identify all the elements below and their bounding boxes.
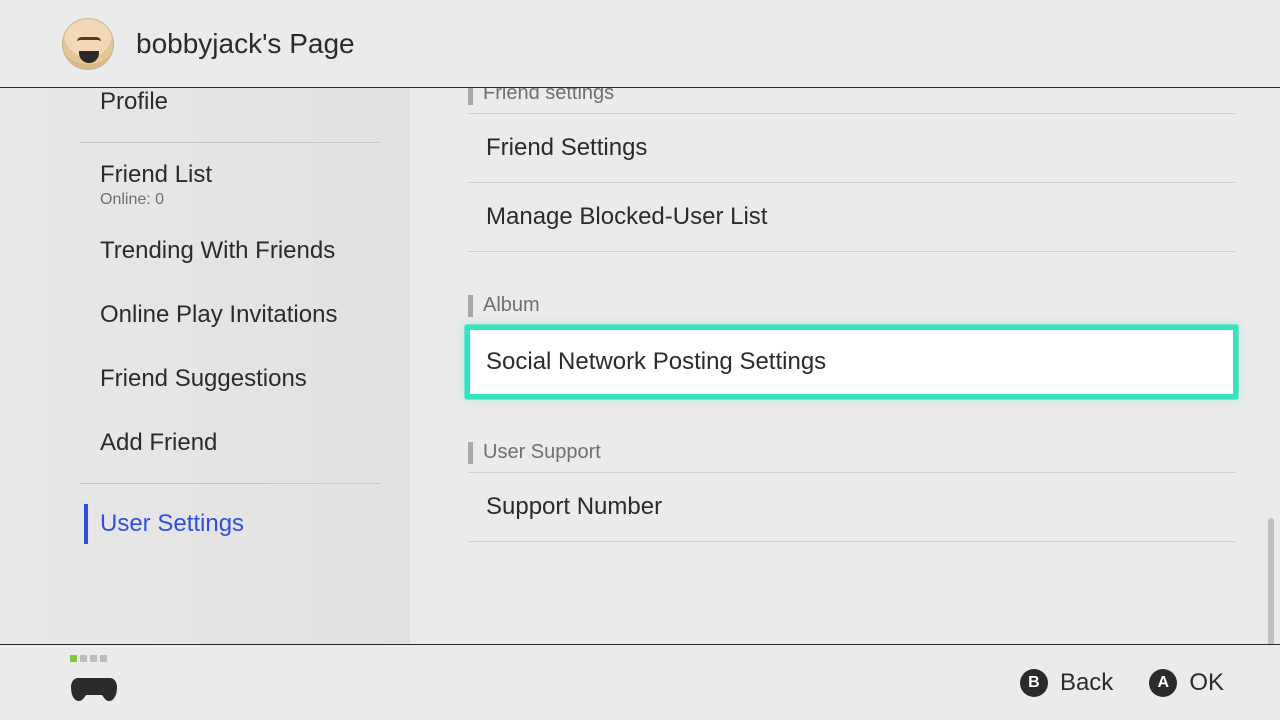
sidebar-item-label: User Settings: [100, 510, 244, 537]
divider: [80, 483, 380, 484]
hint-label: Back: [1060, 669, 1113, 697]
sidebar-item-profile[interactable]: Profile: [0, 88, 410, 134]
sidebar-item-label: Friend Suggestions: [100, 365, 307, 392]
sidebar-item-label: Friend List: [100, 161, 410, 189]
settings-group-support: User Support Support Number: [468, 441, 1235, 542]
header: bobbyjack's Page: [0, 0, 1280, 88]
footer: B Back A OK: [0, 644, 1280, 720]
row-support-number[interactable]: Support Number: [468, 472, 1235, 542]
sidebar-item-friend-suggestions[interactable]: Friend Suggestions: [0, 347, 410, 411]
row-label: Friend Settings: [486, 134, 647, 161]
b-button-icon: B: [1020, 669, 1048, 697]
row-label: Manage Blocked-User List: [486, 203, 767, 230]
row-label: Support Number: [486, 493, 662, 520]
sidebar-item-user-settings[interactable]: User Settings: [0, 492, 410, 556]
sidebar-item-friend-list[interactable]: Friend List Online: 0: [0, 151, 410, 219]
avatar[interactable]: [62, 18, 114, 70]
sidebar: Profile Friend List Online: 0 Trending W…: [0, 88, 410, 644]
row-social-network-posting[interactable]: Social Network Posting Settings: [465, 325, 1238, 399]
sidebar-item-label: Profile: [100, 88, 168, 115]
sidebar-item-sublabel: Online: 0: [100, 191, 410, 209]
section-header-label: User Support: [483, 441, 601, 464]
divider: [80, 142, 380, 143]
section-bar-icon: [468, 442, 473, 464]
row-manage-blocked[interactable]: Manage Blocked-User List: [468, 182, 1235, 252]
section-header-label: Album: [483, 294, 540, 317]
sidebar-item-label: Online Play Invitations: [100, 301, 337, 328]
row-label: Social Network Posting Settings: [486, 348, 826, 375]
controller-icon: [70, 674, 118, 704]
hint-label: OK: [1189, 669, 1224, 697]
sidebar-item-label: Add Friend: [100, 429, 217, 456]
main-content: Friend settings Friend Settings Manage B…: [410, 88, 1280, 644]
sidebar-item-label: Trending With Friends: [100, 237, 335, 264]
settings-group-album: Album Social Network Posting Settings: [468, 294, 1235, 399]
hint-back[interactable]: B Back: [1020, 669, 1113, 697]
section-header-label: Friend settings: [483, 88, 614, 105]
sidebar-item-online-play[interactable]: Online Play Invitations: [0, 283, 410, 347]
section-header: User Support: [468, 441, 1235, 464]
settings-group-friend: Friend settings Friend Settings Manage B…: [468, 88, 1235, 252]
section-header: Friend settings: [468, 88, 1235, 105]
a-button-icon: A: [1149, 669, 1177, 697]
player-indicator: [70, 655, 107, 662]
sidebar-item-add-friend[interactable]: Add Friend: [0, 411, 410, 475]
section-bar-icon: [468, 88, 473, 105]
row-friend-settings[interactable]: Friend Settings: [468, 113, 1235, 182]
section-bar-icon: [468, 295, 473, 317]
hint-ok[interactable]: A OK: [1149, 669, 1224, 697]
sidebar-item-trending[interactable]: Trending With Friends: [0, 219, 410, 283]
scrollbar[interactable]: [1268, 518, 1274, 644]
section-header: Album: [468, 294, 1235, 317]
page-title: bobbyjack's Page: [136, 28, 355, 60]
